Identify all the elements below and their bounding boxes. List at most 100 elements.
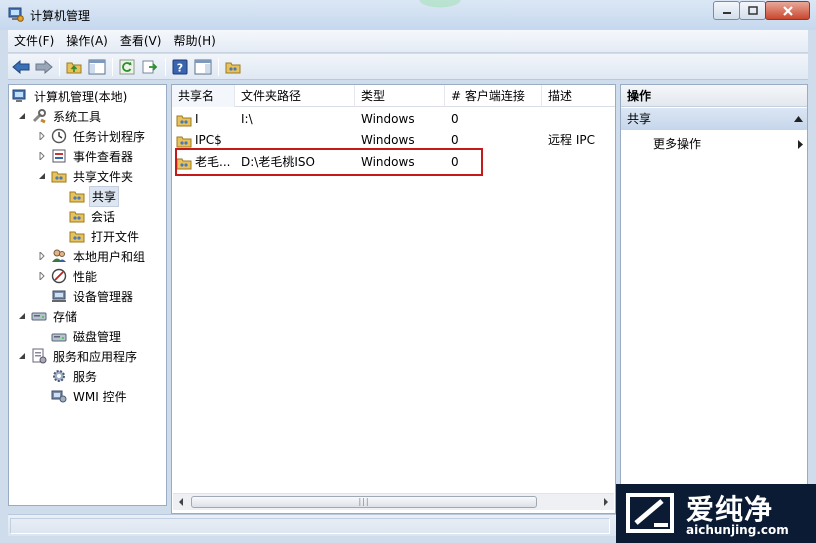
column-type[interactable]: 类型 bbox=[355, 85, 445, 107]
tree-item-storage[interactable]: 存储 bbox=[17, 306, 79, 326]
title-bar[interactable]: 计算机管理 bbox=[0, 0, 816, 30]
scroll-left-icon[interactable] bbox=[174, 496, 188, 508]
tree-item-sessions[interactable]: 会话 bbox=[69, 206, 117, 226]
new-share-button[interactable] bbox=[223, 57, 243, 77]
tree-item-services-apps[interactable]: 服务和应用程序 bbox=[17, 346, 139, 366]
export-icon bbox=[142, 60, 158, 73]
window-title: 计算机管理 bbox=[30, 9, 91, 23]
expand-arrow-icon[interactable] bbox=[37, 251, 47, 261]
services-apps-icon bbox=[31, 348, 47, 364]
computer-management-icon bbox=[12, 88, 28, 104]
tree-item-task-scheduler[interactable]: 任务计划程序 bbox=[37, 126, 147, 146]
close-button[interactable] bbox=[765, 1, 810, 20]
share-type: Windows bbox=[361, 112, 415, 126]
shared-folder-icon bbox=[176, 136, 192, 147]
status-segment bbox=[10, 518, 610, 534]
properties-icon bbox=[194, 59, 212, 74]
tree-item-performance[interactable]: 性能 bbox=[37, 266, 99, 286]
horizontal-scrollbar[interactable]: ||| bbox=[173, 493, 614, 510]
more-actions-item[interactable]: 更多操作 bbox=[653, 135, 803, 153]
watermark-logo: 爱纯净 aichunjing.com bbox=[616, 484, 816, 543]
tree-item-local-users[interactable]: 本地用户和组 bbox=[37, 246, 147, 266]
tree-item-open-files[interactable]: 打开文件 bbox=[69, 226, 141, 246]
description: 远程 IPC bbox=[548, 133, 595, 147]
shared-folder-icon bbox=[51, 168, 67, 184]
shared-folder-icon bbox=[176, 115, 192, 126]
actions-section-shares[interactable]: 共享 bbox=[621, 108, 807, 130]
performance-icon bbox=[51, 268, 67, 284]
menu-file[interactable]: 文件(F) bbox=[8, 30, 60, 53]
tree-item-wmi[interactable]: WMI 控件 bbox=[51, 386, 129, 406]
menu-view[interactable]: 查看(V) bbox=[114, 30, 168, 53]
tree-item-device-manager[interactable]: 设备管理器 bbox=[51, 286, 135, 306]
clock-icon bbox=[51, 128, 67, 144]
help-icon: ? bbox=[172, 59, 188, 74]
aichunjing-logo-icon bbox=[626, 493, 674, 533]
back-icon bbox=[12, 59, 30, 74]
tools-icon bbox=[31, 108, 47, 124]
expand-arrow-icon[interactable] bbox=[37, 271, 47, 281]
tree-item-disk-management[interactable]: 磁盘管理 bbox=[51, 326, 123, 346]
maximize-button[interactable] bbox=[739, 1, 766, 20]
shared-folder-icon bbox=[69, 208, 85, 224]
computer-management-icon bbox=[8, 6, 24, 22]
highlight-annotation bbox=[175, 148, 483, 176]
tree-item-root[interactable]: 计算机管理(本地) bbox=[12, 86, 129, 106]
minimize-button[interactable] bbox=[713, 1, 740, 20]
tree-item-shared-folders[interactable]: 共享文件夹 bbox=[37, 166, 135, 186]
event-viewer-icon bbox=[51, 148, 67, 164]
storage-icon bbox=[31, 308, 47, 324]
actions-pane: 操作 共享 更多操作 bbox=[620, 84, 808, 510]
title-decoration bbox=[400, 0, 490, 18]
tree-item-system-tools[interactable]: 系统工具 bbox=[17, 106, 103, 126]
disk-management-icon bbox=[51, 328, 67, 344]
column-share-name[interactable]: 共享名 bbox=[172, 85, 235, 107]
collapse-arrow-icon[interactable] bbox=[17, 111, 27, 121]
up-folder-icon bbox=[66, 62, 82, 73]
wmi-icon bbox=[51, 388, 67, 404]
column-description[interactable]: 描述 bbox=[542, 85, 615, 107]
client-count: 0 bbox=[451, 112, 459, 126]
collapse-arrow-icon[interactable] bbox=[17, 351, 27, 361]
back-button[interactable] bbox=[11, 57, 31, 77]
tree-item-shares[interactable]: 共享 bbox=[69, 185, 120, 207]
forward-button[interactable] bbox=[34, 57, 54, 77]
actions-title: 操作 bbox=[621, 85, 807, 107]
share-name: I bbox=[195, 112, 199, 126]
properties-button[interactable] bbox=[193, 57, 213, 77]
expand-arrow-icon[interactable] bbox=[37, 131, 47, 141]
device-manager-icon bbox=[51, 288, 67, 304]
help-button[interactable]: ? bbox=[170, 57, 190, 77]
description bbox=[548, 152, 614, 173]
close-icon bbox=[782, 5, 793, 16]
menu-action[interactable]: 操作(A) bbox=[60, 30, 114, 53]
menu-help[interactable]: 帮助(H) bbox=[167, 30, 221, 53]
scroll-right-icon[interactable] bbox=[599, 496, 613, 508]
refresh-button[interactable] bbox=[117, 57, 137, 77]
tree-item-services[interactable]: 服务 bbox=[51, 366, 99, 386]
up-folder-button[interactable] bbox=[64, 57, 84, 77]
menu-bar: 文件(F) 操作(A) 查看(V) 帮助(H) bbox=[8, 30, 808, 53]
column-client-connections[interactable]: # 客户端连接 bbox=[445, 85, 542, 107]
export-button[interactable] bbox=[140, 57, 160, 77]
column-folder-path[interactable]: 文件夹路径 bbox=[235, 85, 355, 107]
submenu-arrow-icon bbox=[798, 140, 803, 149]
folder-path: I:\ bbox=[241, 112, 253, 126]
table-row[interactable]: I I:\ Windows 0 bbox=[172, 109, 612, 130]
expand-arrow-icon[interactable] bbox=[37, 151, 47, 161]
shared-folder-icon bbox=[69, 228, 85, 244]
forward-icon bbox=[35, 59, 53, 74]
tree-item-event-viewer[interactable]: 事件查看器 bbox=[37, 146, 135, 166]
collapse-arrow-icon[interactable] bbox=[37, 171, 47, 181]
watermark-url: aichunjing.com bbox=[686, 523, 789, 537]
maximize-icon bbox=[747, 6, 758, 15]
scrollbar-thumb[interactable]: ||| bbox=[191, 496, 537, 508]
collapse-up-icon[interactable] bbox=[794, 116, 803, 122]
show-hide-tree-button[interactable] bbox=[87, 57, 107, 77]
collapse-arrow-icon[interactable] bbox=[17, 311, 27, 321]
list-header: 共享名 文件夹路径 类型 # 客户端连接 描述 bbox=[172, 85, 615, 107]
description bbox=[548, 109, 614, 130]
svg-text:?: ? bbox=[177, 61, 183, 74]
share-name: IPC$ bbox=[195, 133, 222, 147]
toolbar: ? bbox=[8, 54, 808, 80]
